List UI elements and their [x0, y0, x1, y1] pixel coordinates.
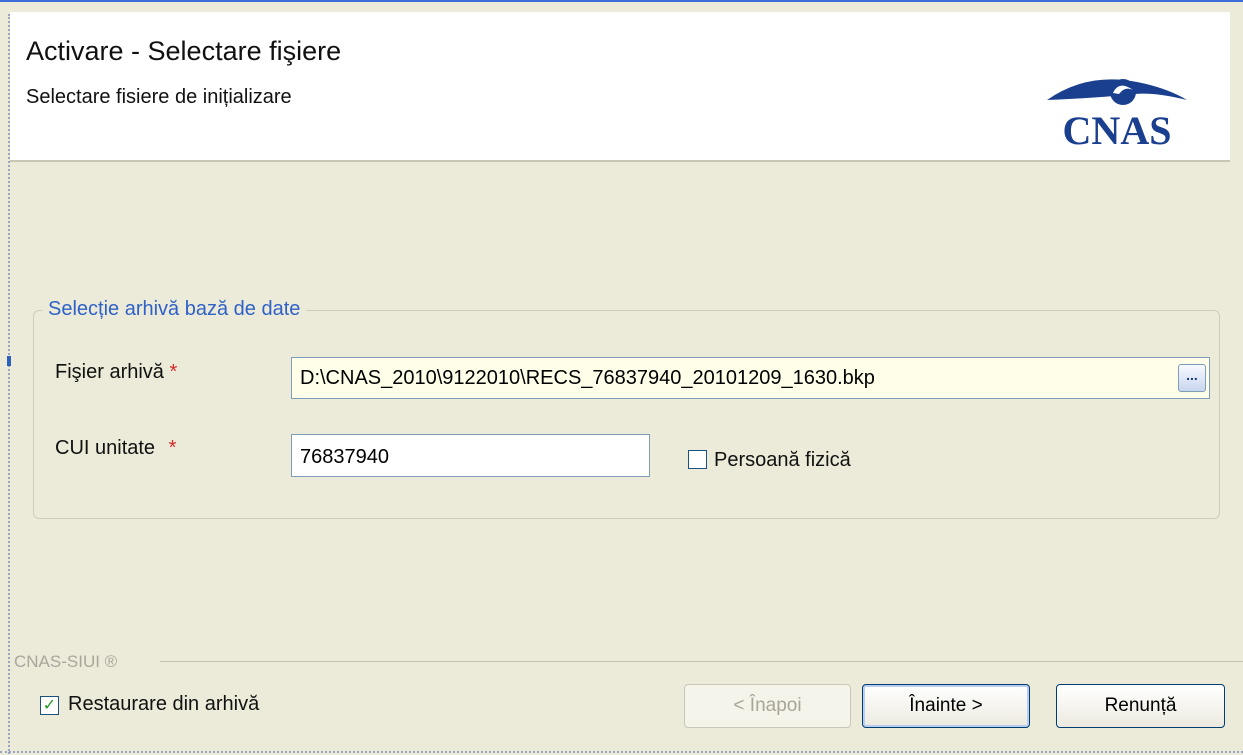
required-marker: * [168, 437, 177, 459]
cui-label-text: CUI unitate [55, 437, 156, 459]
window-bottom-border [0, 751, 1243, 753]
file-label: Fişier arhivă * [55, 361, 177, 384]
page-title: Activare - Selectare fişiere [26, 36, 342, 66]
cui-label: CUI unitate * [55, 437, 176, 460]
file-label-text: Fişier arhivă [55, 361, 164, 383]
page-subtitle: Selectare fisiere de inițializare [26, 86, 292, 108]
checkmark-icon: ✓ [42, 697, 57, 714]
persoana-fizica-checkbox[interactable] [688, 450, 707, 469]
cnas-logo: CNAS [1027, 62, 1207, 156]
window-top-border [0, 0, 1243, 2]
archive-file-input[interactable]: D:\CNAS_2010\9122010\RECS_76837940_20101… [291, 357, 1210, 399]
focus-marker [7, 356, 11, 366]
brand-label: CNAS-SIUI ® [14, 652, 118, 671]
restore-label: Restaurare din arhivă [68, 693, 260, 715]
next-button[interactable]: Înainte > [862, 684, 1030, 728]
required-marker: * [169, 361, 178, 383]
wizard-header: Activare - Selectare fişiere Selectare f… [10, 12, 1230, 162]
logo-text: CNAS [1063, 108, 1172, 153]
cancel-button[interactable]: Renunță [1056, 684, 1225, 728]
group-legend: Selecție arhivă bază de date [42, 298, 307, 321]
cui-input[interactable]: 76837940 [291, 434, 650, 477]
restore-checkbox[interactable]: ✓ [40, 696, 59, 715]
back-button[interactable]: < Înapoi [684, 684, 851, 728]
persoana-fizica-label: Persoană fizică [714, 449, 851, 471]
archive-selection-group [33, 310, 1220, 519]
footer-divider [160, 661, 1243, 662]
browse-button[interactable]: ... [1178, 364, 1206, 392]
